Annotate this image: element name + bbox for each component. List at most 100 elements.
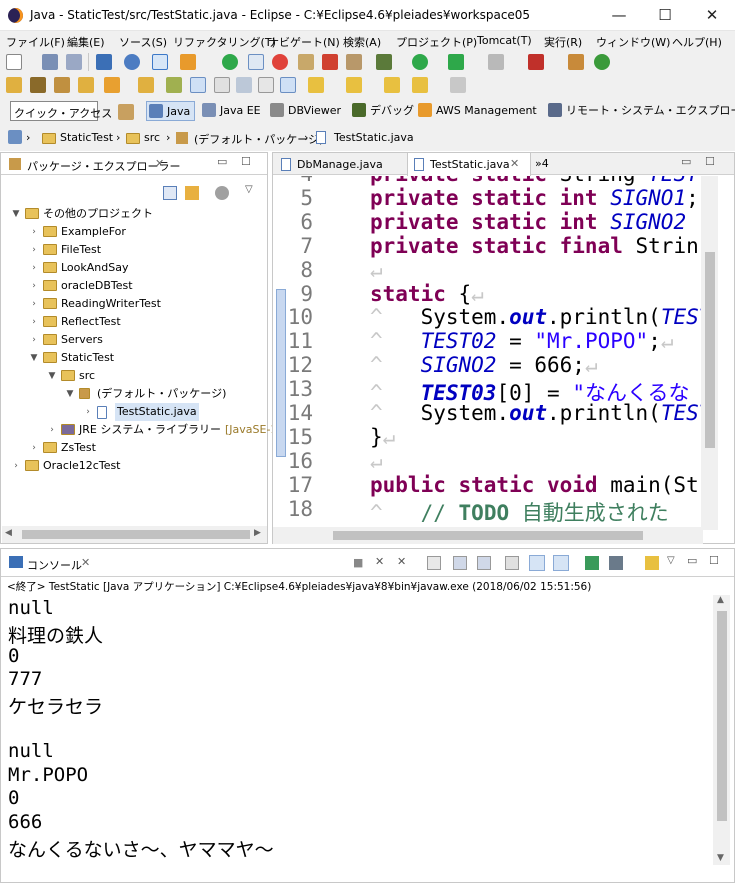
scroll-left-icon[interactable]: ◀	[5, 528, 12, 538]
collapsed-chevron-icon[interactable]: ›	[11, 457, 21, 475]
collapsed-chevron-icon[interactable]: ›	[29, 331, 39, 349]
tomcat-start-icon[interactable]	[298, 54, 314, 70]
menu-tomcat[interactable]: Tomcat(T)	[477, 34, 532, 47]
menu-project[interactable]: プロジェクト(P)	[396, 34, 477, 50]
console-vertical-scrollbar[interactable]: ▲ ▼	[713, 595, 730, 865]
menu-source[interactable]: ソース(S)	[119, 34, 167, 50]
close-tab-icon[interactable]: ✕	[510, 157, 519, 170]
pin-console-icon[interactable]	[505, 556, 519, 570]
collapsed-chevron-icon[interactable]: ›	[83, 403, 93, 421]
tree-item[interactable]: › ZsTest	[1, 439, 267, 457]
tree-item[interactable]: › TestStatic.java	[1, 403, 267, 421]
new-console-icon[interactable]	[645, 556, 659, 570]
display-console-icon[interactable]	[609, 556, 623, 570]
prev-annotation-icon[interactable]	[346, 77, 362, 93]
console-output[interactable]: null 料理の鉄人 0 777 ケセラセラ null Mr.POPO 0 666 なんくるないさ…	[1, 593, 713, 883]
tree-item[interactable]: ▼ (デフォルト・パッケージ)	[1, 385, 267, 403]
menu-help[interactable]: ヘルプ(H)	[672, 34, 722, 50]
tree-item[interactable]: › JRE システム・ライブラリー [JavaSE-1.8]	[1, 421, 292, 439]
tree-item[interactable]: › ReflectTest	[1, 313, 267, 331]
menu-navigate[interactable]: ナビゲート(N)	[268, 34, 340, 50]
expanded-chevron-icon[interactable]: ▼	[29, 349, 39, 367]
open-resource-icon[interactable]	[138, 77, 154, 93]
collapsed-chevron-icon[interactable]: ›	[29, 277, 39, 295]
expanded-chevron-icon[interactable]: ▼	[11, 205, 21, 223]
open-type-icon[interactable]	[152, 54, 168, 70]
clear-console-icon[interactable]	[427, 556, 441, 570]
close-button[interactable]: ✕	[689, 0, 735, 31]
new-server-icon[interactable]	[568, 54, 584, 70]
toggle-breadcrumb-icon[interactable]	[248, 54, 264, 70]
menu-file[interactable]: ファイル(F)	[6, 34, 65, 50]
web-browser-icon[interactable]	[594, 54, 610, 70]
tree-item[interactable]: › ExampleFor	[1, 223, 267, 241]
close-icon[interactable]: ✕	[155, 157, 164, 170]
minimize-icon[interactable]: ▭	[217, 155, 227, 168]
tree-item[interactable]: › Oracle12cTest	[1, 457, 267, 475]
jar-icon[interactable]	[54, 77, 70, 93]
collapsed-chevron-icon[interactable]: ›	[29, 295, 39, 313]
editor-vertical-scrollbar[interactable]	[701, 176, 718, 530]
ear-icon[interactable]	[78, 77, 94, 93]
pencil-icon[interactable]	[104, 77, 120, 93]
scroll-up-icon[interactable]: ▲	[717, 595, 724, 605]
maximize-icon[interactable]: ☐	[709, 554, 719, 567]
maximize-icon[interactable]: ☐	[705, 155, 715, 168]
collapsed-chevron-icon[interactable]: ›	[29, 439, 39, 457]
show-on-stderr-icon[interactable]	[553, 555, 569, 571]
word-wrap-icon[interactable]	[236, 77, 252, 93]
expanded-chevron-icon[interactable]: ▼	[65, 385, 75, 403]
scroll-down-icon[interactable]: ▼	[717, 853, 724, 863]
remove-launch-icon[interactable]: ✕	[375, 555, 384, 568]
debug-icon[interactable]	[376, 54, 392, 70]
open-console-icon[interactable]	[585, 556, 599, 570]
console-scroll-thumb[interactable]	[717, 611, 727, 821]
breadcrumb-file[interactable]: TestStatic.java	[334, 131, 414, 144]
code-area[interactable]: 4 private static String TEST 5 private stat…	[273, 176, 701, 529]
pilcrow-icon[interactable]	[280, 77, 296, 93]
tree-item[interactable]: › LookAndSay	[1, 259, 267, 277]
menu-search[interactable]: 検索(A)	[343, 34, 381, 50]
perspective-aws[interactable]: AWS Management	[416, 101, 537, 121]
perspective-java-ee[interactable]: Java EE	[200, 101, 261, 121]
editor-tab-dbmanage[interactable]: DbManage.java	[273, 153, 401, 175]
console-icon[interactable]	[96, 54, 112, 70]
perspective-dbviewer[interactable]: DBViewer	[268, 101, 341, 121]
menu-window[interactable]: ウィンドウ(W)	[596, 34, 670, 50]
collapsed-chevron-icon[interactable]: ›	[29, 223, 39, 241]
close-icon[interactable]: ✕	[81, 556, 90, 569]
stop-icon[interactable]	[488, 54, 504, 70]
save-icon[interactable]	[42, 54, 58, 70]
highlight-icon[interactable]	[190, 77, 206, 93]
block-selection-icon[interactable]	[214, 77, 230, 93]
open-folder-icon[interactable]	[6, 77, 22, 93]
editor-hscroll-thumb[interactable]	[333, 531, 643, 540]
expanded-chevron-icon[interactable]: ▼	[47, 367, 57, 385]
view-menu-icon[interactable]: ▽	[245, 184, 253, 195]
tomcat-stop-icon[interactable]	[322, 54, 338, 70]
terminate-icon[interactable]: ■	[353, 556, 363, 569]
show-on-stdout-icon[interactable]	[529, 555, 545, 571]
scroll-lock-icon[interactable]	[453, 556, 467, 570]
collapsed-chevron-icon[interactable]: ›	[29, 241, 39, 259]
maximize-icon[interactable]: ☐	[241, 155, 251, 168]
editor-scroll-thumb[interactable]	[705, 252, 715, 448]
tree-item[interactable]: › ReadingWriterTest	[1, 295, 267, 313]
menu-edit[interactable]: 編集(E)	[67, 34, 105, 50]
next-annotation-icon[interactable]	[308, 77, 324, 93]
open-project-icon[interactable]	[30, 77, 46, 93]
mark-occurrences-icon[interactable]	[166, 77, 182, 93]
tree-item[interactable]: ▼ StaticTest	[1, 349, 267, 367]
minimize-icon[interactable]: ▭	[687, 554, 697, 567]
menu-refactor[interactable]: リファクタリング(T)	[173, 34, 276, 50]
tree-item[interactable]: › FileTest	[1, 241, 267, 259]
show-whitespace-icon[interactable]	[258, 77, 274, 93]
new-icon[interactable]	[6, 54, 22, 70]
tab-overflow-indicator[interactable]: »4	[535, 157, 549, 170]
forward-arrow-icon[interactable]	[450, 77, 466, 93]
package-icon[interactable]	[180, 54, 196, 70]
tree-item[interactable]: › oracleDBTest	[1, 277, 267, 295]
refresh-icon[interactable]	[272, 54, 288, 70]
maximize-button[interactable]: ☐	[642, 0, 688, 31]
run-external-icon[interactable]	[448, 54, 464, 70]
